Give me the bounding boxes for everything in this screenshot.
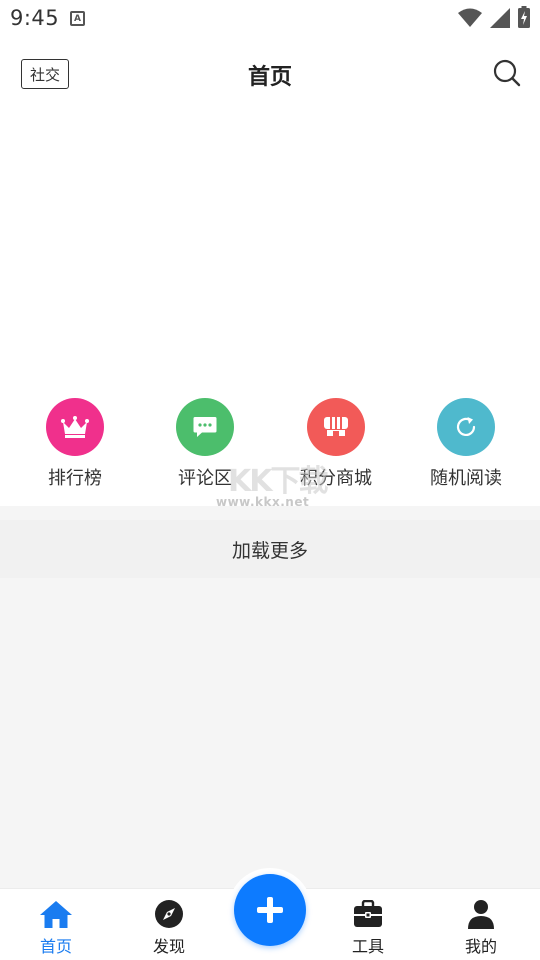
app-header: 社交 首页 [0,38,540,108]
notification-a-icon: A [70,11,85,26]
search-icon [493,59,521,87]
nav-item-tools[interactable]: 工具 [323,897,413,957]
home-icon [40,901,72,928]
nav-label-home: 首页 [39,937,72,956]
nav-item-profile[interactable]: 我的 [436,897,526,957]
search-button[interactable] [492,58,522,88]
comments-circle [176,398,234,456]
crown-icon [61,416,89,438]
wifi-icon [458,8,482,27]
quick-item-label: 排行榜 [48,468,102,489]
quick-item-comments[interactable]: 评论区 [145,398,265,490]
quick-item-random-read[interactable]: 随机阅读 [406,398,526,490]
page-title: 首页 [247,65,292,90]
store-circle [307,398,365,456]
nav-label-tools: 工具 [351,937,384,956]
user-icon [468,900,494,929]
toolbox-icon [354,900,382,927]
status-icons [458,6,530,28]
quick-item-ranking[interactable]: 排行榜 [15,398,135,490]
status-bar: 9:45 A [0,0,540,38]
quick-item-points-store[interactable]: 积分商城 [276,398,396,490]
quick-item-label: 随机阅读 [430,468,502,489]
battery-charging-icon [518,6,530,28]
load-more-button[interactable]: 加载更多 [0,520,540,578]
add-button[interactable] [234,874,306,946]
ranking-circle [46,398,104,456]
status-time: 9:45 [10,6,60,30]
plus-icon [257,897,283,923]
chat-bubble-icon [193,417,217,437]
nav-label-discover: 发现 [152,937,185,956]
banner-area [0,108,540,390]
nav-label-profile: 我的 [464,937,497,956]
store-icon [324,417,348,436]
quick-menu: 排行榜 评论区 积分商城 随机阅读 [0,398,540,506]
nav-item-home[interactable]: 首页 [11,897,101,957]
quick-item-label: 积分商城 [300,468,372,489]
refresh-icon [456,417,476,436]
quick-item-label: 评论区 [178,468,232,489]
compass-icon [155,900,183,928]
nav-item-discover[interactable]: 发现 [124,897,214,957]
signal-icon [490,8,510,28]
random-read-circle [437,398,495,456]
